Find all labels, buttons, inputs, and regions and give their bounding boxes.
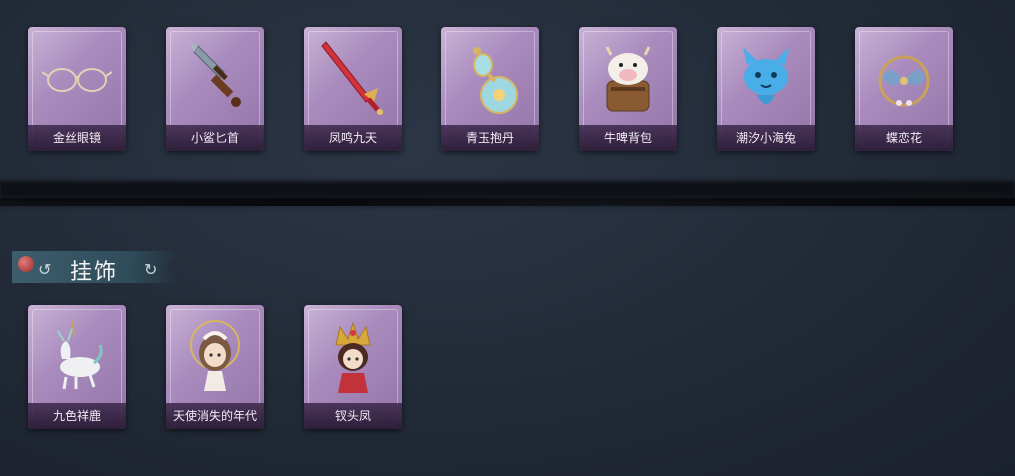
- item-card[interactable]: 九色祥鹿: [28, 305, 126, 429]
- brush-divider-stroke: [0, 198, 1015, 206]
- item-card[interactable]: 蝶恋花: [855, 27, 953, 151]
- item-card[interactable]: 天使消失的年代: [166, 305, 264, 429]
- item-label: 小鲨匕首: [166, 125, 264, 151]
- item-card[interactable]: 牛啤背包: [579, 27, 677, 151]
- item-card[interactable]: 小鲨匕首: [166, 27, 264, 151]
- item-label: 潮汐小海兔: [717, 125, 815, 151]
- item-label: 金丝眼镜: [28, 125, 126, 151]
- item-label: 蝶恋花: [855, 125, 953, 151]
- angel-doll-icon: [180, 315, 250, 397]
- phoenix-crown-doll-icon: [318, 315, 388, 397]
- item-label: 九色祥鹿: [28, 403, 126, 429]
- item-card[interactable]: 钗头凤: [304, 305, 402, 429]
- red-sword-icon: [318, 37, 388, 119]
- item-label: 青玉抱丹: [441, 125, 539, 151]
- blue-sea-rabbit-icon: [731, 37, 801, 119]
- shark-dagger-icon: [180, 37, 250, 119]
- section-title: 挂饰: [70, 260, 119, 285]
- jade-gourd-icon: [455, 37, 525, 119]
- cow-backpack-icon: [593, 37, 663, 119]
- item-card[interactable]: 青玉抱丹: [441, 27, 539, 151]
- item-card[interactable]: 凤鸣九天: [304, 27, 402, 151]
- item-card[interactable]: 金丝眼镜: [28, 27, 126, 151]
- item-label: 天使消失的年代: [166, 403, 264, 429]
- butterfly-charm-icon: [869, 37, 939, 119]
- glasses-icon: [42, 37, 112, 119]
- swirl-icon: ↺: [38, 260, 52, 279]
- item-label: 凤鸣九天: [304, 125, 402, 151]
- deer-charm-icon: [42, 315, 112, 397]
- pin-icon: [18, 256, 34, 272]
- item-label: 钗头凤: [304, 403, 402, 429]
- item-label: 牛啤背包: [579, 125, 677, 151]
- swirl-icon: ↻: [144, 260, 158, 279]
- item-card[interactable]: 潮汐小海兔: [717, 27, 815, 151]
